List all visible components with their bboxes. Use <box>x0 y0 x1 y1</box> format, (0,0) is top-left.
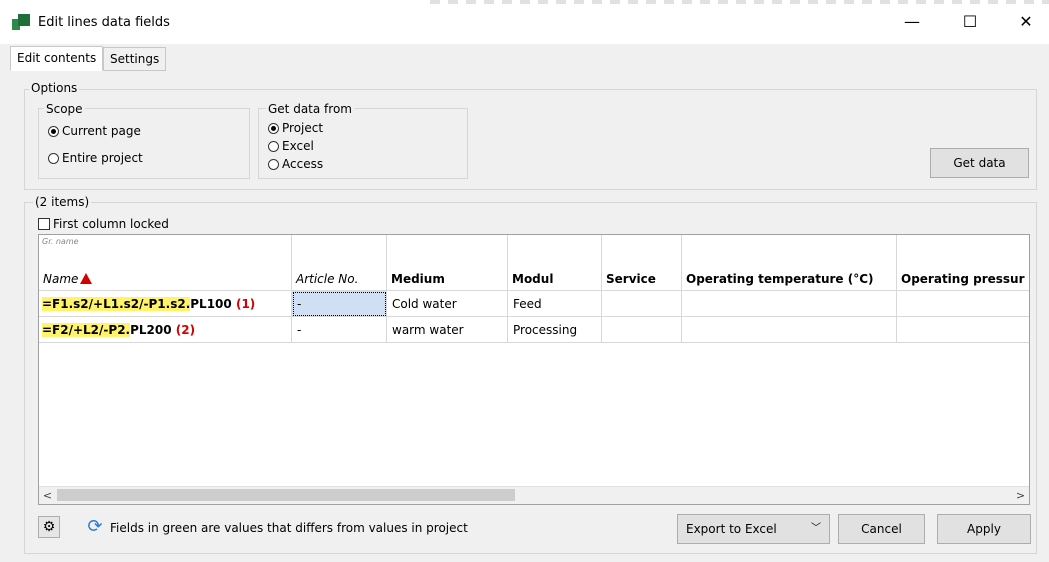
table-cell-pressure[interactable] <box>897 291 1029 317</box>
checkbox-icon <box>38 218 50 230</box>
table-cell-temperature[interactable] <box>682 291 897 317</box>
radio-unselected-icon <box>268 158 279 170</box>
minimize-button[interactable]: — <box>889 8 935 36</box>
chevron-down-icon: ﹀ <box>811 523 821 534</box>
column-header-label: Operating temperature (°C) <box>686 272 874 286</box>
column-header-label: Article No. <box>296 272 359 286</box>
radio-access[interactable]: Access <box>268 157 323 171</box>
get-data-from-label: Get data from <box>266 102 354 116</box>
maximize-button[interactable]: ☐ <box>947 8 993 36</box>
cancel-button[interactable]: Cancel <box>838 514 925 544</box>
scope-label: Scope <box>44 102 85 116</box>
radio-selected-icon <box>48 125 59 137</box>
radio-excel-label: Excel <box>282 139 314 153</box>
options-label: Options <box>29 81 80 95</box>
column-header-modul[interactable]: Modul <box>508 235 602 291</box>
scope-group <box>38 108 250 179</box>
radio-entire-project-label: Entire project <box>62 151 143 165</box>
radio-project-label: Project <box>282 121 324 135</box>
radio-project[interactable]: Project <box>268 121 323 135</box>
column-header-label: Medium <box>391 272 445 286</box>
apply-button[interactable]: Apply <box>937 514 1031 544</box>
background-artifact <box>430 0 1049 4</box>
tab-edit-contents[interactable]: Edit contents <box>10 46 104 71</box>
group-name-header: Gr. name <box>42 237 79 246</box>
table-cell-medium[interactable]: warm water <box>387 317 508 343</box>
column-header-operating-pressure[interactable]: Operating pressur <box>897 235 1029 291</box>
column-header-medium[interactable]: Medium <box>387 235 508 291</box>
data-grid[interactable]: Gr. name Name Article No. Medium Modul S… <box>38 234 1030 505</box>
table-cell-pressure[interactable] <box>897 317 1029 343</box>
window-title: Edit lines data fields <box>38 15 170 30</box>
column-header-label: Modul <box>512 272 554 286</box>
scroll-left-icon[interactable]: < <box>39 487 56 504</box>
radio-selected-icon <box>268 122 279 134</box>
radio-current-page[interactable]: Current page <box>48 124 141 138</box>
table-cell-article[interactable]: - <box>292 317 387 343</box>
first-column-locked-checkbox[interactable]: First column locked <box>38 217 169 231</box>
column-header-article-no[interactable]: Article No. <box>292 235 387 291</box>
column-header-label: Name <box>43 272 93 286</box>
row-count: (1) <box>235 297 256 311</box>
column-header-label: Operating pressur <box>901 272 1025 286</box>
refresh-icon[interactable]: ⟳ <box>84 516 106 538</box>
radio-access-label: Access <box>282 157 324 171</box>
sort-ascending-icon <box>80 273 93 284</box>
close-button[interactable]: ✕ <box>1003 8 1049 36</box>
tab-settings[interactable]: Settings <box>103 47 167 71</box>
scrollbar-thumb[interactable] <box>57 489 515 501</box>
hint-text: Fields in green are values that differs … <box>110 521 468 535</box>
table-cell-medium[interactable]: Cold water <box>387 291 508 317</box>
table-cell-service[interactable] <box>602 317 682 343</box>
first-column-locked-label: First column locked <box>53 217 169 231</box>
title-bar: Edit lines data fields — ☐ ✕ <box>0 0 1049 44</box>
radio-entire-project[interactable]: Entire project <box>48 151 143 165</box>
table-cell-temperature[interactable] <box>682 317 897 343</box>
radio-excel[interactable]: Excel <box>268 139 314 153</box>
table-cell-modul[interactable]: Processing <box>508 317 602 343</box>
row-count: (2) <box>175 323 196 337</box>
table-row-name[interactable]: =F1.s2/+L1.s2/-P1.s2.PL100 (1) <box>39 291 292 317</box>
column-header-name[interactable]: Gr. name Name <box>39 235 292 291</box>
items-count-label: (2 items) <box>33 195 92 209</box>
radio-unselected-icon <box>48 152 59 164</box>
export-select[interactable]: Export to Excel ﹀ <box>677 514 830 544</box>
horizontal-scrollbar[interactable]: < > <box>39 486 1029 504</box>
get-data-button[interactable]: Get data <box>930 148 1029 178</box>
gear-icon[interactable]: ⚙ <box>38 516 60 538</box>
radio-unselected-icon <box>268 140 279 152</box>
radio-current-page-label: Current page <box>62 124 141 138</box>
app-icon <box>12 14 30 30</box>
column-header-label: Service <box>606 272 656 286</box>
table-cell-modul[interactable]: Feed <box>508 291 602 317</box>
table-cell-article[interactable]: - <box>292 291 387 317</box>
column-header-service[interactable]: Service <box>602 235 682 291</box>
table-row-name[interactable]: =F2/+L2/-P2.PL200 (2) <box>39 317 292 343</box>
table-cell-service[interactable] <box>602 291 682 317</box>
column-header-operating-temperature[interactable]: Operating temperature (°C) <box>682 235 897 291</box>
scroll-right-icon[interactable]: > <box>1012 487 1029 504</box>
